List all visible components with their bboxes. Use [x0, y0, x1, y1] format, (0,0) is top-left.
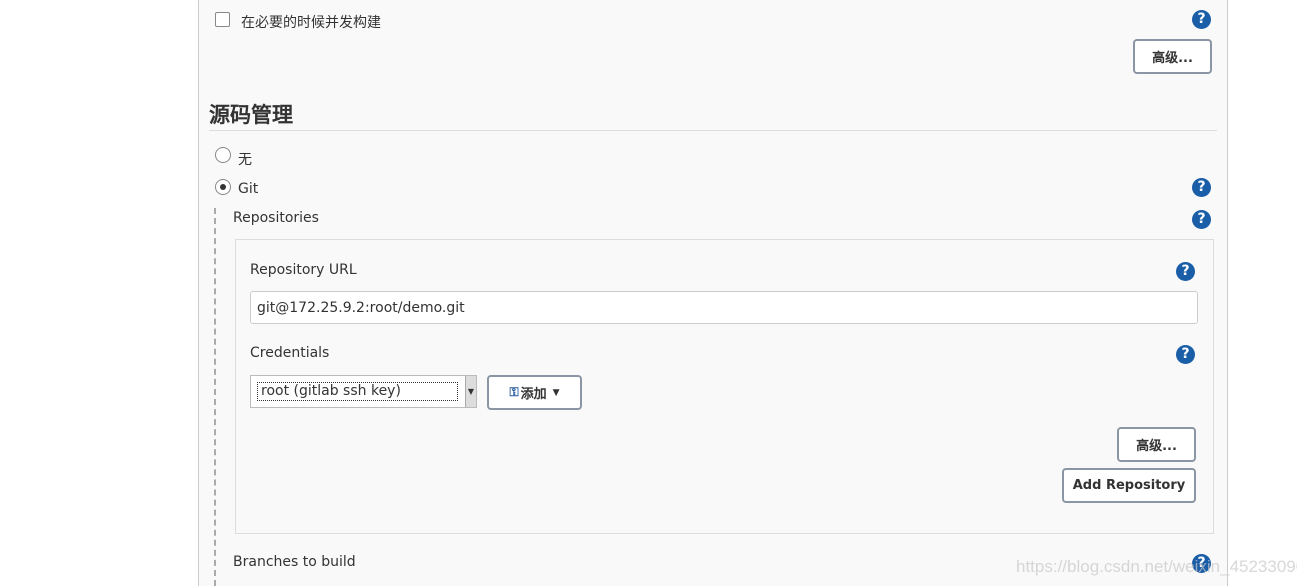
scm-none-label: 无 [238, 152, 252, 168]
credentials-value: root (gitlab ssh key) [257, 382, 458, 401]
git-section-border [214, 208, 216, 586]
section-title: 源码管理 [209, 103, 293, 127]
repo-url-label: Repository URL [250, 262, 357, 278]
caret-down-icon: ▼ [552, 387, 560, 398]
dropdown-arrow-icon[interactable]: ▼ [465, 376, 476, 407]
scm-git-radio[interactable] [215, 179, 231, 195]
branches-label: Branches to build [233, 554, 356, 570]
repo-advanced-button[interactable]: 高级... [1117, 427, 1196, 462]
add-credentials-button[interactable]: ⚿ 添加 ▼ [487, 375, 582, 410]
scm-git-label: Git [238, 181, 259, 197]
help-icon[interactable]: ? [1176, 345, 1195, 364]
concurrent-build-label: 在必要的时候并发构建 [241, 15, 381, 31]
help-icon[interactable]: ? [1192, 178, 1211, 197]
help-icon[interactable]: ? [1192, 10, 1211, 29]
help-icon[interactable]: ? [1192, 210, 1211, 229]
help-icon[interactable]: ? [1176, 262, 1195, 281]
concurrent-build-checkbox[interactable] [215, 12, 230, 27]
add-repository-button[interactable]: Add Repository [1062, 468, 1196, 503]
credentials-label: Credentials [250, 345, 330, 361]
divider [209, 130, 1217, 131]
help-icon[interactable]: ? [1192, 554, 1211, 573]
repositories-label: Repositories [233, 210, 319, 226]
add-label: 添加 [520, 387, 547, 402]
repo-url-input[interactable] [250, 291, 1198, 324]
scm-none-radio[interactable] [215, 147, 231, 163]
key-icon: ⚿ [509, 385, 519, 399]
credentials-select[interactable]: root (gitlab ssh key) ▼ [250, 375, 477, 408]
advanced-button[interactable]: 高级... [1133, 39, 1212, 74]
